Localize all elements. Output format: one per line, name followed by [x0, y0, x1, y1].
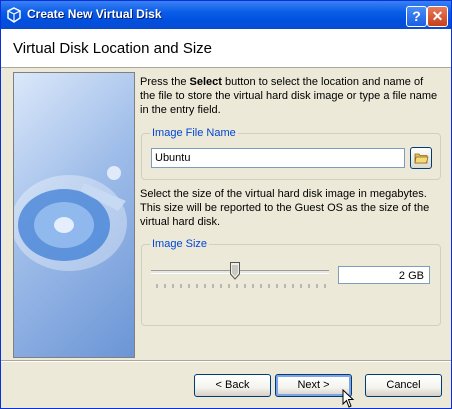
folder-icon	[414, 153, 429, 164]
slider-ticks	[156, 284, 326, 288]
cancel-button[interactable]: Cancel	[365, 374, 442, 397]
file-name-input[interactable]: Ubuntu	[151, 148, 405, 168]
image-size-label: Image Size	[150, 238, 210, 250]
page-title: Virtual Disk Location and Size	[13, 40, 212, 57]
image-size-group: Image Size 2 GB	[141, 238, 441, 326]
title-bar[interactable]: Create New Virtual Disk ? ✕	[1, 1, 451, 29]
dialog-window: Create New Virtual Disk ? ✕ Virtual Disk…	[0, 0, 452, 409]
size-slider-thumb[interactable]	[229, 262, 240, 280]
size-input[interactable]: 2 GB	[338, 266, 430, 284]
select-file-button[interactable]	[410, 147, 432, 169]
size-description: Select the size of the virtual hard disk…	[140, 188, 430, 228]
intro-text: Press the Select button to select the lo…	[140, 76, 438, 116]
wizard-disk-image	[13, 72, 135, 358]
window-title: Create New Virtual Disk	[27, 7, 162, 21]
header-panel: Virtual Disk Location and Size	[1, 29, 451, 68]
help-button[interactable]: ?	[406, 6, 427, 27]
image-file-name-label: Image File Name	[150, 127, 238, 139]
mouse-cursor-icon	[342, 389, 355, 408]
image-file-name-group: Image File Name Ubuntu	[141, 127, 441, 180]
back-button[interactable]: < Back	[194, 374, 271, 397]
app-icon	[7, 7, 21, 23]
button-separator	[1, 360, 451, 362]
next-button[interactable]: Next >	[275, 374, 352, 397]
close-button[interactable]: ✕	[427, 6, 448, 27]
size-slider-track[interactable]	[151, 270, 329, 274]
